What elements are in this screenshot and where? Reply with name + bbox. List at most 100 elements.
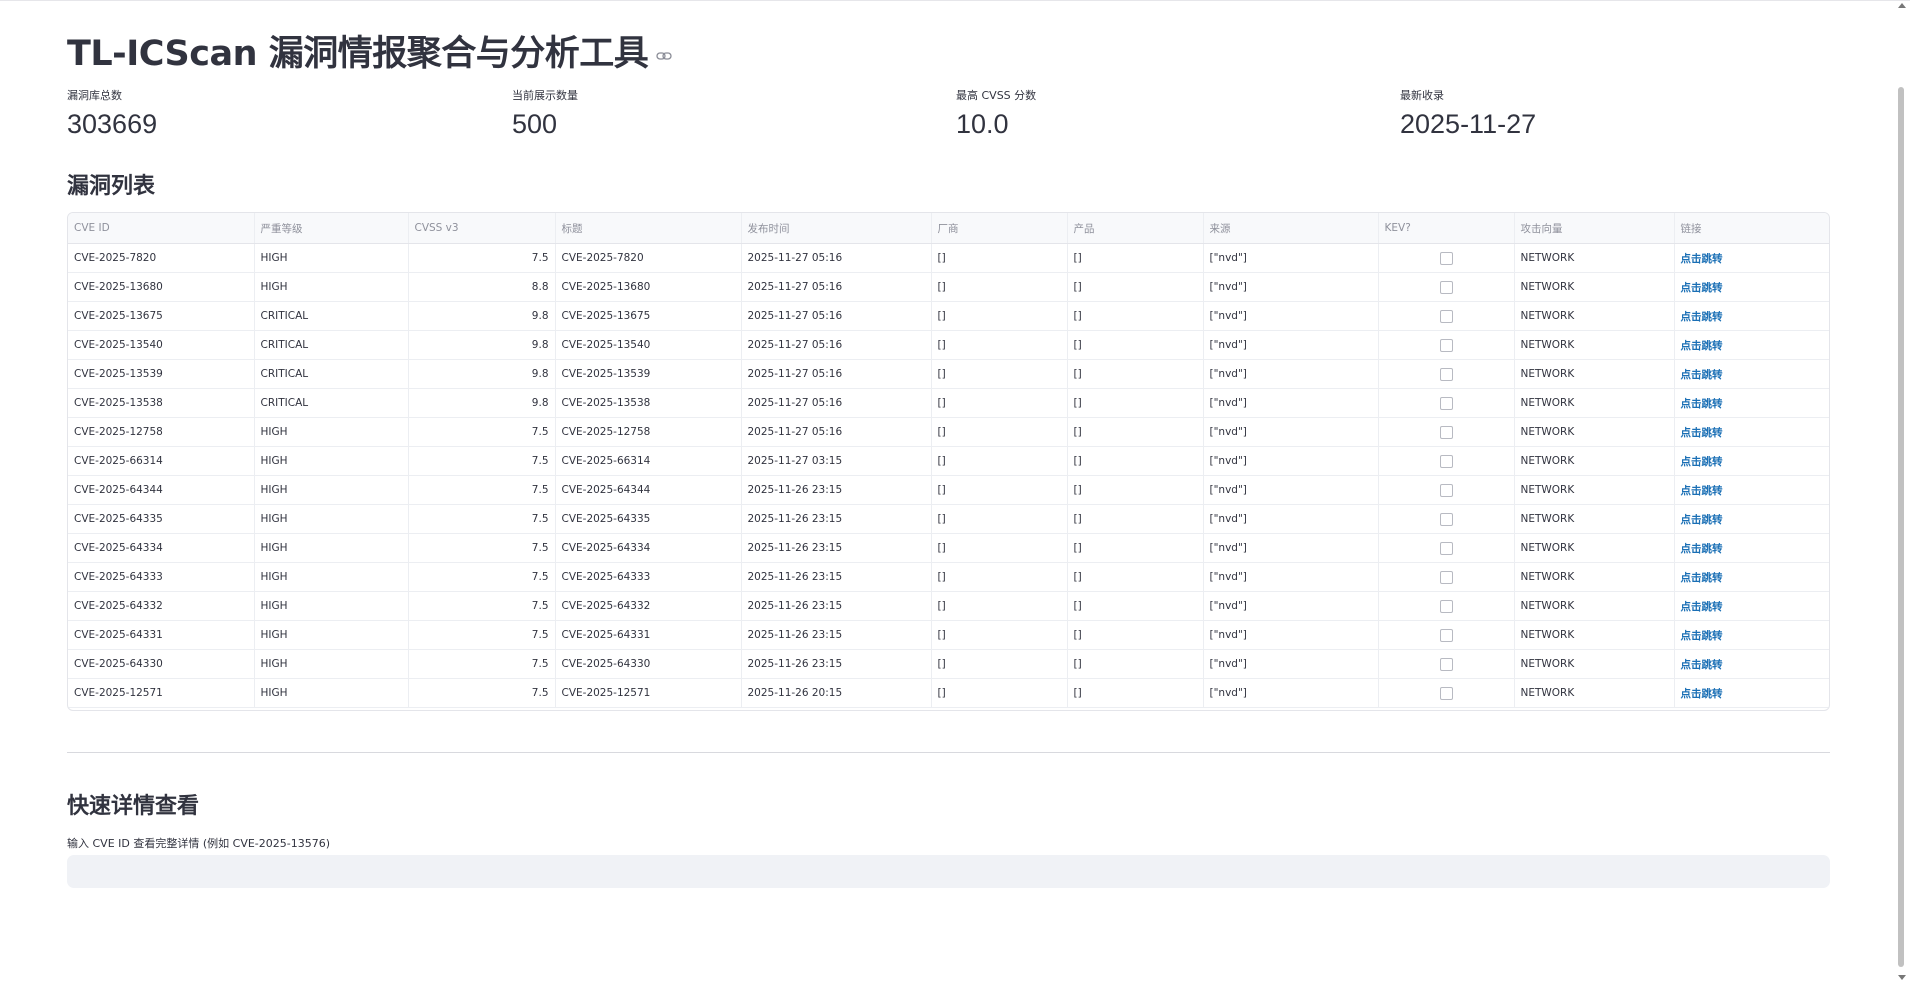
cell-cvss: 9.8 bbox=[408, 330, 556, 360]
column-header-source[interactable]: 来源 bbox=[1203, 213, 1379, 244]
detail-link[interactable]: 点击跳转 bbox=[1681, 601, 1723, 613]
table-row[interactable]: CVE-2025-7820 HIGH 7.5 CVE-2025-7820 2025-11… bbox=[68, 243, 1829, 273]
cell-cvss: 7.5 bbox=[408, 562, 556, 592]
table-row[interactable]: CVE-2025-64331 HIGH 7.5 CVE-2025-64331 2025-… bbox=[68, 620, 1829, 650]
checkbox-icon bbox=[1439, 309, 1453, 323]
detail-link[interactable]: 点击跳转 bbox=[1681, 688, 1723, 700]
checkbox-icon bbox=[1439, 425, 1453, 439]
cell-title: CVE-2025-64333 bbox=[555, 562, 742, 592]
column-header-kev[interactable]: KEV? bbox=[1378, 213, 1515, 244]
detail-link[interactable]: 点击跳转 bbox=[1681, 427, 1723, 439]
cell-source: ["nvd"] bbox=[1203, 620, 1379, 650]
detail-link[interactable]: 点击跳转 bbox=[1681, 514, 1723, 526]
cell-source: ["nvd"] bbox=[1203, 504, 1379, 534]
cell-product: [] bbox=[1067, 504, 1204, 534]
cell-vendor: [] bbox=[931, 649, 1068, 679]
cell-product: [] bbox=[1067, 301, 1204, 331]
table-row[interactable]: CVE-2025-64332 HIGH 7.5 CVE-2025-64332 2025-… bbox=[68, 591, 1829, 621]
table-row[interactable]: CVE-2025-12571 HIGH 7.5 CVE-2025-12571 2025-… bbox=[68, 678, 1829, 708]
cell-attack-vector: NETWORK bbox=[1514, 417, 1675, 447]
cell-kev bbox=[1378, 620, 1515, 650]
table-row[interactable]: CVE-2025-64334 HIGH 7.5 CVE-2025-64334 2025-… bbox=[68, 533, 1829, 563]
detail-link[interactable]: 点击跳转 bbox=[1681, 659, 1723, 671]
column-header-vector[interactable]: 攻击向量 bbox=[1514, 213, 1675, 244]
detail-link[interactable]: 点击跳转 bbox=[1681, 398, 1723, 410]
cell-severity: HIGH bbox=[254, 446, 409, 476]
table-row[interactable]: CVE-2025-13538 CRITICAL 9.8 CVE-2025-13538 2… bbox=[68, 388, 1829, 418]
checkbox-icon bbox=[1439, 483, 1453, 497]
scroll-down-arrow-icon[interactable] bbox=[1898, 975, 1906, 980]
cell-kev bbox=[1378, 330, 1515, 360]
cell-vendor: [] bbox=[931, 301, 1068, 331]
table-row[interactable]: CVE-2025-64330 HIGH 7.5 CVE-2025-64330 2025-… bbox=[68, 649, 1829, 679]
cell-attack-vector: NETWORK bbox=[1514, 243, 1675, 273]
table-row[interactable]: CVE-2025-13675 CRITICAL 9.8 CVE-2025-13675 2… bbox=[68, 301, 1829, 331]
detail-link[interactable]: 点击跳转 bbox=[1681, 485, 1723, 497]
cell-cvss: 7.5 bbox=[408, 475, 556, 505]
cell-cvss: 7.5 bbox=[408, 620, 556, 650]
cell-source: ["nvd"] bbox=[1203, 330, 1379, 360]
detail-link[interactable]: 点击跳转 bbox=[1681, 630, 1723, 642]
cell-cvss: 9.8 bbox=[408, 301, 556, 331]
cell-attack-vector: NETWORK bbox=[1514, 678, 1675, 708]
cell-source: ["nvd"] bbox=[1203, 649, 1379, 679]
cell-vendor: [] bbox=[931, 504, 1068, 534]
detail-link[interactable]: 点击跳转 bbox=[1681, 340, 1723, 352]
cell-vendor: [] bbox=[931, 475, 1068, 505]
cell-published: 2025-11-26 20:15 bbox=[741, 678, 932, 708]
cell-cvss: 7.5 bbox=[408, 533, 556, 563]
cell-source: ["nvd"] bbox=[1203, 272, 1379, 302]
cell-attack-vector: NETWORK bbox=[1514, 388, 1675, 418]
page-scrollbar[interactable] bbox=[1894, 1, 1908, 981]
link-icon[interactable] bbox=[656, 48, 672, 64]
cell-title: CVE-2025-64331 bbox=[555, 620, 742, 650]
table-body: CVE-2025-7820 HIGH 7.5 CVE-2025-7820 2025-11… bbox=[68, 243, 1829, 708]
table-row[interactable]: CVE-2025-64344 HIGH 7.5 CVE-2025-64344 2025-… bbox=[68, 475, 1829, 505]
table-row[interactable]: CVE-2025-64335 HIGH 7.5 CVE-2025-64335 2025-… bbox=[68, 504, 1829, 534]
scroll-up-arrow-icon[interactable] bbox=[1898, 3, 1906, 8]
detail-link[interactable]: 点击跳转 bbox=[1681, 282, 1723, 294]
column-header-cvss[interactable]: CVSS v3 bbox=[408, 213, 556, 244]
cve-id-input[interactable] bbox=[67, 855, 1830, 888]
cell-attack-vector: NETWORK bbox=[1514, 533, 1675, 563]
cell-published: 2025-11-27 05:16 bbox=[741, 243, 932, 273]
detail-link[interactable]: 点击跳转 bbox=[1681, 456, 1723, 468]
column-header-cve-id[interactable]: CVE ID bbox=[68, 213, 255, 244]
table-row[interactable]: CVE-2025-13540 CRITICAL 9.8 CVE-2025-13540 2… bbox=[68, 330, 1829, 360]
detail-link[interactable]: 点击跳转 bbox=[1681, 311, 1723, 323]
table-row[interactable]: CVE-2025-66314 HIGH 7.5 CVE-2025-66314 2025-… bbox=[68, 446, 1829, 476]
cell-vendor: [] bbox=[931, 562, 1068, 592]
table-row[interactable]: CVE-2025-12758 HIGH 7.5 CVE-2025-12758 2025-… bbox=[68, 417, 1829, 447]
column-header-published[interactable]: 发布时间 bbox=[741, 213, 932, 244]
table-row[interactable]: CVE-2025-64333 HIGH 7.5 CVE-2025-64333 2025-… bbox=[68, 562, 1829, 592]
cell-published: 2025-11-26 23:15 bbox=[741, 649, 932, 679]
column-header-vendor[interactable]: 厂商 bbox=[931, 213, 1068, 244]
detail-link[interactable]: 点击跳转 bbox=[1681, 253, 1723, 265]
cell-product: [] bbox=[1067, 475, 1204, 505]
cell-source: ["nvd"] bbox=[1203, 243, 1379, 273]
page-title: TL-ICScan 漏洞情报聚合与分析工具 bbox=[67, 34, 649, 74]
scroll-thumb[interactable] bbox=[1898, 87, 1904, 967]
cell-published: 2025-11-26 23:15 bbox=[741, 504, 932, 534]
cell-link: 点击跳转 bbox=[1674, 620, 1829, 650]
cell-title: CVE-2025-64334 bbox=[555, 533, 742, 563]
detail-link[interactable]: 点击跳转 bbox=[1681, 543, 1723, 555]
table-row[interactable]: CVE-2025-13680 HIGH 8.8 CVE-2025-13680 2025-… bbox=[68, 272, 1829, 302]
column-header-severity[interactable]: 严重等级 bbox=[254, 213, 409, 244]
cell-product: [] bbox=[1067, 417, 1204, 447]
vuln-table[interactable]: CVE ID 严重等级 CVSS v3 标题 发布时间 厂商 产品 来源 KEV? 攻击向量 链接 … bbox=[67, 212, 1830, 711]
detail-link[interactable]: 点击跳转 bbox=[1681, 572, 1723, 584]
checkbox-icon bbox=[1439, 367, 1453, 381]
column-header-title[interactable]: 标题 bbox=[555, 213, 742, 244]
detail-link[interactable]: 点击跳转 bbox=[1681, 369, 1723, 381]
column-header-product[interactable]: 产品 bbox=[1067, 213, 1204, 244]
cell-cvss: 9.8 bbox=[408, 359, 556, 389]
table-row[interactable]: CVE-2025-13539 CRITICAL 9.8 CVE-2025-13539 2… bbox=[68, 359, 1829, 389]
column-header-link[interactable]: 链接 bbox=[1674, 213, 1829, 244]
detail-heading: 快速详情查看 bbox=[67, 794, 200, 819]
cell-kev bbox=[1378, 388, 1515, 418]
cell-attack-vector: NETWORK bbox=[1514, 620, 1675, 650]
cell-vendor: [] bbox=[931, 243, 1068, 273]
cell-published: 2025-11-27 05:16 bbox=[741, 301, 932, 331]
cell-severity: HIGH bbox=[254, 533, 409, 563]
